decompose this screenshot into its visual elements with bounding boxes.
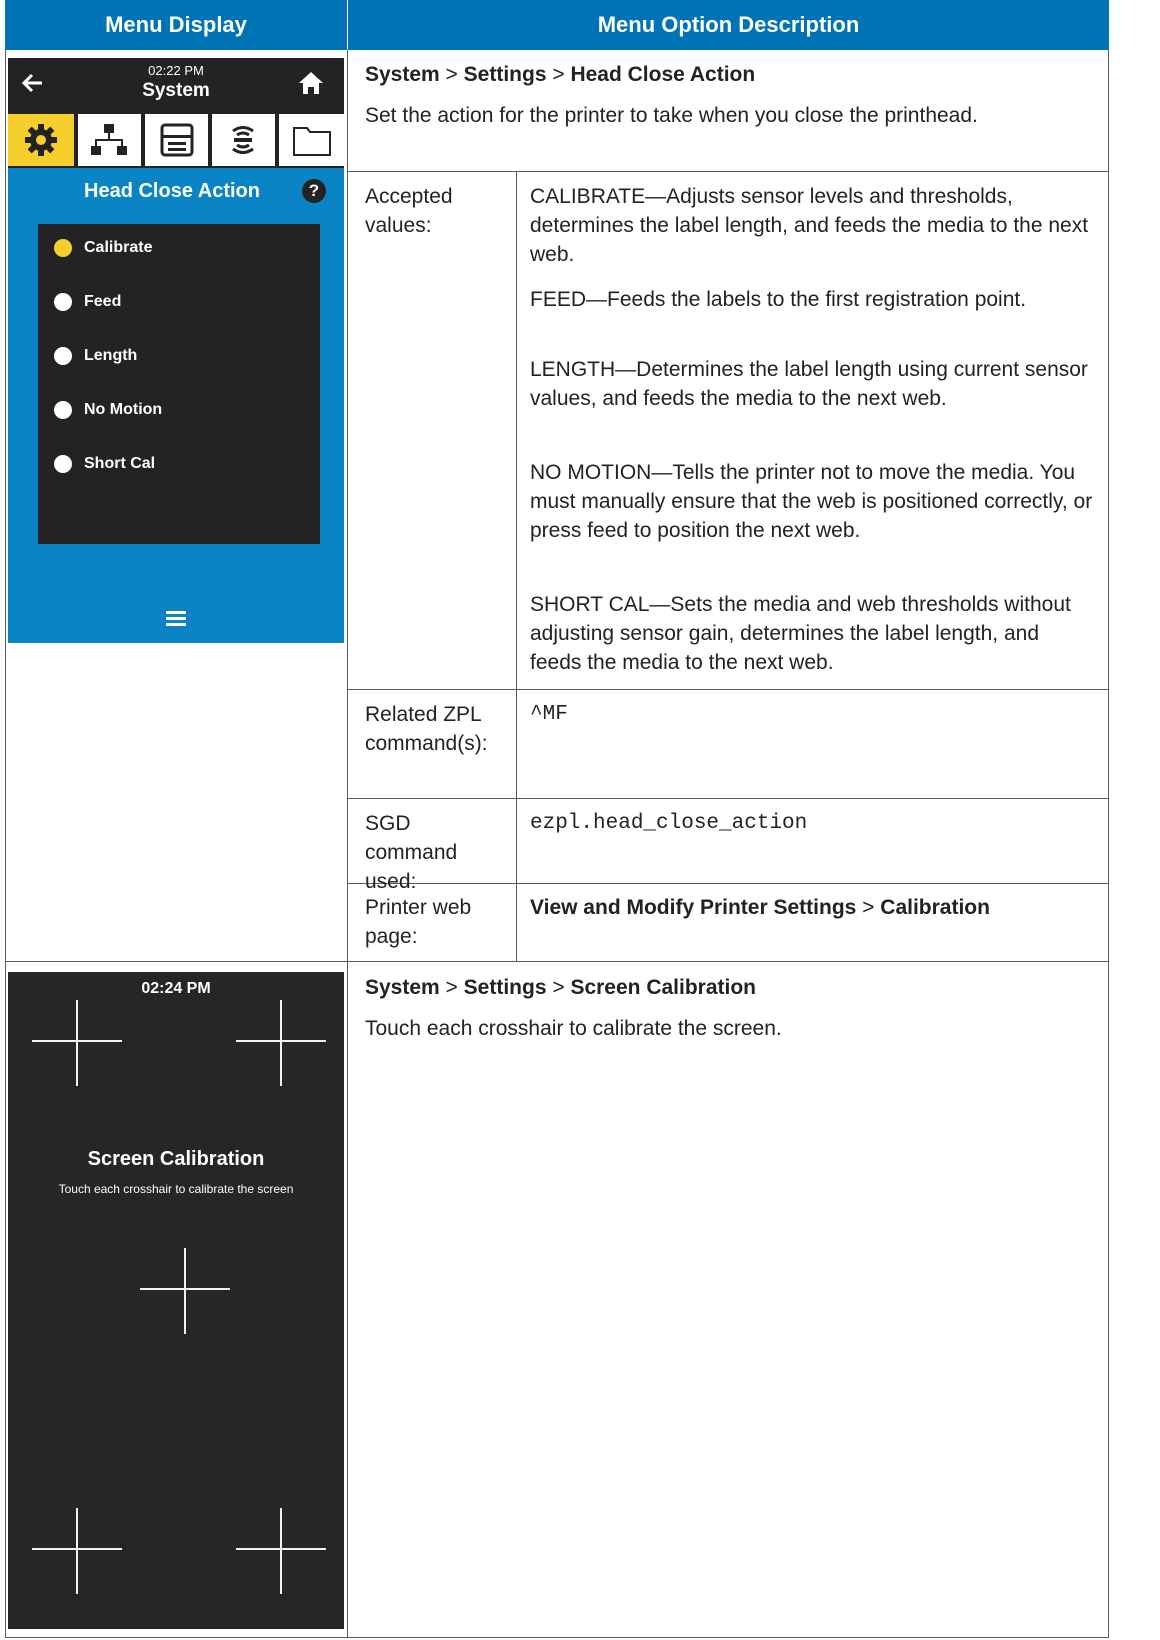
table-left-border	[5, 50, 6, 1638]
calibration-instruction: Touch each crosshair to calibrate the sc…	[58, 1182, 294, 1196]
web-path-calibration: Calibration	[880, 896, 990, 919]
tab-storage[interactable]	[279, 114, 344, 166]
breadcrumb-separator: >	[546, 63, 571, 86]
value-no-motion: NO MOTION—Tells the printer not to move …	[530, 461, 1093, 542]
option-no-motion[interactable]: No Motion	[54, 396, 162, 424]
network-icon	[91, 122, 127, 163]
accepted-values-label: Accepted values:	[365, 185, 453, 237]
tab-network[interactable]	[78, 114, 141, 166]
crosshair-top-left-icon[interactable]	[32, 1000, 122, 1086]
row-divider	[347, 689, 1109, 690]
printer-icon	[159, 122, 195, 163]
breadcrumb-system: System	[365, 976, 440, 999]
header-menu-option-description: Menu Option Description	[348, 0, 1109, 50]
home-icon[interactable]	[297, 70, 325, 101]
header-menu-display: Menu Display	[5, 0, 347, 50]
tab-settings[interactable]	[8, 114, 74, 166]
hamburger-menu-icon[interactable]	[166, 610, 186, 631]
option-label: Length	[84, 347, 138, 364]
option-label: Feed	[84, 293, 122, 310]
subcolumn-divider	[516, 171, 517, 961]
option-label: No Motion	[84, 401, 163, 418]
option-label: Short Cal	[84, 455, 156, 472]
radio-icon	[54, 293, 72, 311]
section-divider	[5, 961, 1109, 962]
section-description: Touch each crosshair to calibrate the sc…	[365, 1017, 782, 1040]
value-length: LENGTH—Determines the label length using…	[530, 358, 1088, 410]
radio-icon	[54, 455, 72, 473]
breadcrumb-separator: >	[856, 896, 881, 919]
device-top-bar: 02:22 PM System	[8, 58, 344, 110]
section-description: Set the action for the printer to take w…	[365, 104, 978, 127]
breadcrumb-separator: >	[439, 976, 464, 999]
zpl-value: ^MF	[530, 703, 568, 726]
option-calibrate[interactable]: Calibrate	[54, 234, 152, 262]
device-screen-calibration: 02:24 PM Screen Calibration Touch each c…	[8, 972, 344, 1629]
breadcrumb-head-close-action: Head Close Action	[570, 63, 756, 86]
breadcrumb-separator: >	[439, 63, 464, 86]
document-page: Menu Display Menu Option Description Sys…	[0, 0, 1160, 1640]
option-list: Calibrate Feed Length No Motion Short Ca…	[38, 224, 320, 544]
row-divider	[347, 171, 1109, 172]
device-clock: 02:22 PM	[148, 63, 204, 78]
breadcrumb-settings: Settings	[463, 63, 547, 86]
breadcrumb-system: System	[365, 63, 440, 86]
web-path-view-modify: View and Modify Printer Settings	[530, 896, 857, 919]
device-clock: 02:24 PM	[141, 980, 211, 997]
crosshair-bottom-right-icon[interactable]	[236, 1508, 326, 1594]
breadcrumb-screen-calibration: Screen Calibration	[570, 976, 756, 999]
table-right-border	[1108, 50, 1109, 1638]
crosshair-bottom-left-icon[interactable]	[32, 1508, 122, 1594]
web-page-path: View and Modify Printer Settings > Calib…	[530, 893, 990, 922]
tab-connection[interactable]	[212, 114, 275, 166]
zpl-label: Related ZPL command(s):	[365, 703, 488, 755]
radio-selected-icon	[54, 239, 72, 257]
folder-icon	[293, 124, 331, 161]
value-calibrate: CALIBRATE—Adjusts sensor levels and thre…	[530, 185, 1089, 266]
crosshair-center-icon[interactable]	[140, 1248, 230, 1334]
value-feed: FEED—Feeds the labels to the first regis…	[530, 288, 1027, 311]
gear-icon	[23, 122, 59, 163]
help-glyph: ?	[308, 181, 320, 200]
menu-title: Head Close Action	[84, 180, 260, 202]
device-screen-head-close-action: 02:22 PM System Head Close Action ? Cali…	[8, 58, 344, 643]
table-bottom-border	[5, 1637, 1109, 1638]
calibration-title: Screen Calibration	[87, 1148, 265, 1170]
radio-icon	[54, 347, 72, 365]
tab-print[interactable]	[145, 114, 208, 166]
option-label: Calibrate	[84, 239, 153, 256]
value-short-cal: SHORT CAL—Sets the media and web thresho…	[530, 593, 1071, 674]
web-page-label: Printer web page:	[365, 896, 472, 948]
sgd-label: SGD command used:	[365, 812, 458, 893]
option-short-cal[interactable]: Short Cal	[54, 450, 155, 478]
option-length[interactable]: Length	[54, 342, 137, 370]
column-divider	[347, 50, 348, 1638]
option-feed[interactable]: Feed	[54, 288, 121, 316]
help-icon[interactable]: ?	[302, 179, 326, 203]
breadcrumb: System > Settings > Head Close Action	[365, 60, 755, 89]
breadcrumb-settings: Settings	[463, 976, 547, 999]
row-divider	[347, 798, 1109, 799]
crosshair-top-right-icon[interactable]	[236, 1000, 326, 1086]
wireless-icon	[225, 122, 261, 163]
sgd-value: ezpl.head_close_action	[530, 812, 808, 835]
breadcrumb: System > Settings > Screen Calibration	[365, 973, 756, 1002]
device-title: System	[142, 80, 210, 101]
device-tab-bar	[8, 110, 344, 168]
radio-icon	[54, 401, 72, 419]
breadcrumb-separator: >	[546, 976, 571, 999]
